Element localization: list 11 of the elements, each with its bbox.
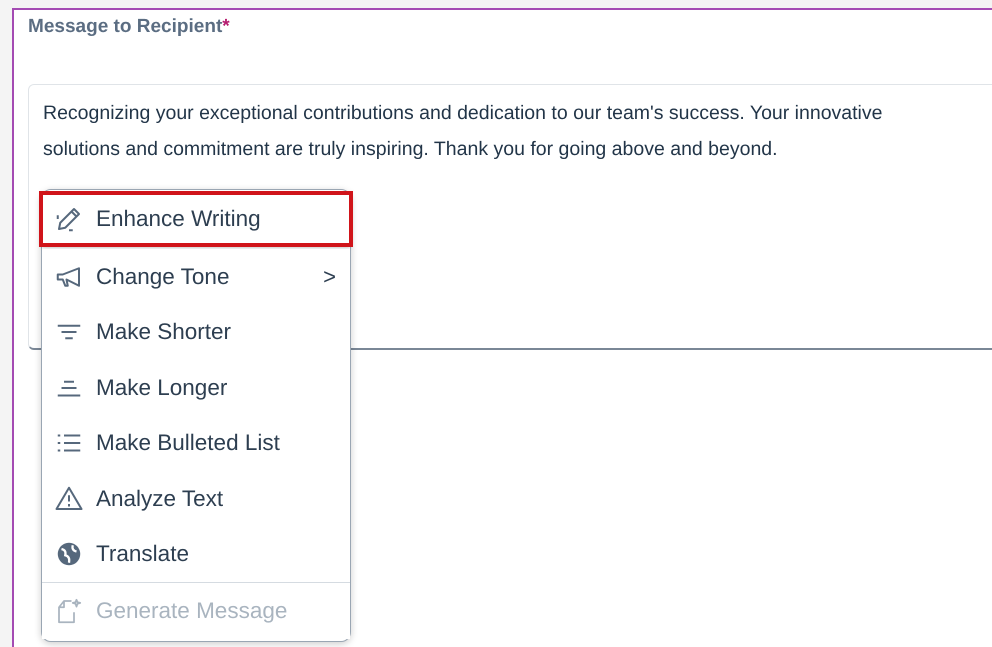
menu-item[interactable]: Make Shorter: [42, 304, 350, 360]
menu-item[interactable]: Change Tone >: [42, 249, 350, 304]
field-label: Message to Recipient*: [28, 16, 231, 38]
menu-item[interactable]: Enhance Writing: [42, 194, 350, 244]
message-text: Recognizing your exceptional contributions and dedication to our team's success. Your innovative solutions and commitment are truly inspiring. Thank you for going above and beyond.: [43, 101, 884, 162]
menu-item[interactable]: Make Longer: [42, 360, 350, 416]
menu-item[interactable]: Make Bulleted List: [42, 416, 350, 471]
chevron-icon: >: [323, 264, 336, 290]
menu-item[interactable]: Translate: [42, 526, 350, 582]
required-mark: *: [222, 16, 230, 37]
menu-item[interactable]: Analyze Text: [42, 471, 350, 526]
